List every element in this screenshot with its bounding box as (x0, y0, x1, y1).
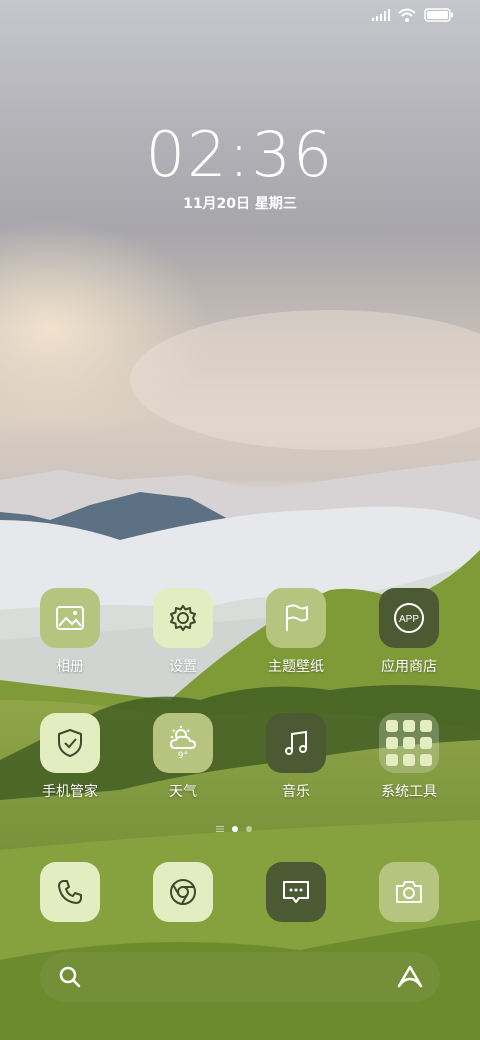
status-bar (372, 8, 454, 22)
app-gallery[interactable]: 相册 (20, 588, 120, 676)
gear-icon (170, 605, 196, 631)
dock-phone[interactable] (20, 862, 120, 922)
app-security[interactable]: 手机管家 (20, 713, 120, 801)
app-label: 相册 (56, 659, 84, 675)
dock-camera[interactable] (359, 862, 459, 922)
search-button[interactable] (58, 965, 82, 993)
folder-icon (379, 713, 439, 773)
app-folder-tools[interactable]: 系统工具 (359, 713, 459, 801)
app-label: 应用商店 (381, 659, 437, 675)
weather-icon (169, 726, 197, 749)
app-settings[interactable]: 设置 (133, 588, 233, 676)
shield-check-icon (58, 729, 82, 757)
app-weather[interactable]: 9° 天气 (133, 713, 233, 801)
clock-date: 11月20日 星期三 (183, 196, 297, 212)
app-label: 系统工具 (381, 784, 437, 800)
camera-icon (396, 881, 422, 903)
signal-icon (372, 9, 390, 21)
page-dot[interactable] (246, 826, 252, 832)
assistant-icon (397, 965, 423, 988)
app-music[interactable]: 音乐 (246, 713, 346, 801)
search-icon (59, 966, 81, 988)
dock-browser[interactable] (133, 862, 233, 922)
app-themes[interactable]: 主题壁纸 (246, 588, 346, 676)
app-label: 主题壁纸 (268, 659, 324, 675)
app-label: 设置 (169, 659, 197, 675)
wifi-icon (398, 8, 416, 22)
phone-icon (58, 880, 82, 904)
bottom-search-bar[interactable] (40, 952, 440, 1002)
browser-icon (170, 879, 196, 905)
app-label: 音乐 (282, 784, 310, 800)
app-store-icon: APP (394, 603, 424, 633)
music-note-icon (285, 730, 307, 755)
app-store-badge: APP (399, 614, 419, 625)
clock-time[interactable]: 02:36 (0, 118, 480, 191)
battery-icon (424, 8, 453, 22)
assistant-button[interactable] (396, 964, 424, 994)
page-indicator[interactable] (216, 826, 252, 832)
weather-temperature: 9° (177, 751, 189, 761)
dock-messages[interactable] (246, 862, 346, 922)
message-icon (283, 881, 309, 903)
page-dot-current[interactable] (232, 826, 238, 832)
app-store[interactable]: APP 应用商店 (359, 588, 459, 676)
menu-lines-icon (216, 826, 224, 832)
flag-icon (286, 604, 308, 631)
app-label: 天气 (169, 784, 197, 800)
gallery-icon (56, 606, 84, 630)
app-label: 手机管家 (42, 784, 98, 800)
